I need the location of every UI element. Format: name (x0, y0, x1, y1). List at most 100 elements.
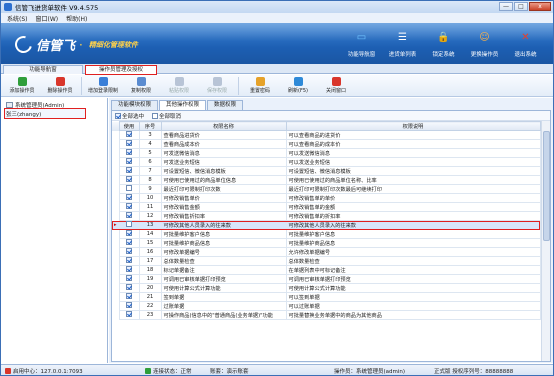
permission-desc: 可使用计算公式计算功能 (285, 283, 541, 293)
table-row[interactable]: 22 过账单据 可以过账单据 (112, 301, 541, 311)
app-window: 信管飞进货单软件 V9.4.575 — □ x 系统(S) 窗口(W) 帮助(H… (0, 0, 554, 376)
table-row[interactable]: 14 可批量维护客户信息 可批量维护客户信息 (112, 229, 541, 239)
copy-icon (136, 77, 146, 86)
permission-name: 可修改销售单价 (160, 193, 287, 203)
permission-checkbox[interactable] (126, 257, 132, 263)
status-operator: 操作员：系统管理员(admin) (334, 368, 406, 375)
toolbar-paste-button[interactable]: 粘贴权限 (160, 75, 198, 96)
permission-checkbox[interactable] (126, 212, 132, 218)
table-row[interactable]: 12 可修改销售折扣率 可修改销售单的折扣率 (112, 211, 541, 221)
menu-window[interactable]: 窗口(W) (36, 14, 59, 23)
table-row[interactable]: 15 可批量维护商品信息 可批量维护商品信息 (112, 238, 541, 248)
subtab-data-permissions[interactable]: 数据权限 (207, 100, 244, 110)
table-row[interactable]: 17 总体数量检查 总体数量检查 (112, 256, 541, 266)
select-all-button[interactable]: 全部选中 (115, 112, 144, 120)
permission-desc: 可修改其他人员录入的往来款 (285, 220, 541, 230)
table-row[interactable]: 7 可设置短信、微信消息模板 可设置短信、微信消息模板 (112, 166, 541, 176)
permission-checkbox[interactable] (126, 185, 132, 191)
permission-checkbox[interactable] (126, 275, 132, 281)
deselect-all-button[interactable]: 全部取消 (152, 112, 181, 120)
window-title: 信管飞进货单软件 V9.4.575 (15, 4, 99, 12)
scrollbar-thumb[interactable] (543, 131, 550, 241)
permission-checkbox[interactable] (126, 167, 132, 173)
toolbar-key-button[interactable]: 重置密码 (241, 75, 279, 96)
toolbar-delete-user-button[interactable]: 删除操作员 (41, 75, 79, 96)
permission-name: 最近打印可限制打印次数 (160, 184, 287, 194)
table-row[interactable]: 21 签到单据 可以签到单据 (112, 292, 541, 302)
toolbar-copy-button[interactable]: 复制权限 (122, 75, 160, 96)
permission-checkbox[interactable] (126, 176, 132, 182)
maximize-button[interactable]: □ (514, 2, 528, 11)
subtab-module-permissions[interactable]: 功能模块权限 (111, 100, 159, 110)
tab-operator-management[interactable]: 操作员管理及授权 (85, 65, 157, 75)
permission-desc: 允许修改单据编号 (285, 247, 541, 257)
permission-checkbox[interactable] (126, 284, 132, 290)
menu-system[interactable]: 系统(S) (7, 14, 28, 23)
column-header-name[interactable]: 权限名称 (160, 121, 287, 131)
permission-checkbox[interactable] (126, 230, 132, 236)
login-limit-icon (98, 77, 108, 86)
permission-checkbox[interactable] (126, 311, 132, 317)
permission-desc: 可以签到单据 (285, 292, 541, 302)
close-button[interactable]: x (529, 2, 551, 11)
top-button-lock[interactable]: 🔒 锁定系统 (423, 26, 464, 62)
table-row[interactable]: 16 可修改单据编号 允许修改单据编号 (112, 247, 541, 257)
top-button-user[interactable]: ☺ 更换操作员 (464, 26, 505, 62)
permission-name: 可修改销售金额 (160, 202, 287, 212)
permission-checkbox[interactable] (126, 221, 132, 227)
minimize-button[interactable]: — (499, 2, 513, 11)
permission-desc: 可修改销售单的单价 (285, 193, 541, 203)
table-row[interactable]: 19 可调用已审核单据打印预览 可调用已审核单据打印预览 (112, 274, 541, 284)
row-number: 9 (138, 184, 162, 194)
status-center: 启用中心：127.0.0.1:7093 (13, 368, 83, 375)
column-header-use[interactable]: 使用 (118, 121, 140, 131)
column-header-no[interactable]: 序号 (138, 121, 162, 131)
table-row[interactable]: 18 标记单据备注 在单据列表中可标记备注 (112, 265, 541, 275)
top-button-exit[interactable]: ✕ 退出系统 (505, 26, 546, 62)
table-row[interactable]: 23 可操作商品(信息中的"普通商品(业务单据)"功能 可批量替换业务单据中的商品为… (112, 310, 541, 320)
permission-checkbox[interactable] (126, 131, 132, 137)
permission-checkbox[interactable] (126, 302, 132, 308)
table-row[interactable]: 10 可修改销售单价 可修改销售单的单价 (112, 193, 541, 203)
subtab-other-permissions[interactable]: 其他操作权限 (159, 100, 207, 110)
row-number: 14 (138, 229, 162, 239)
tree-item-admin[interactable]: 系统管理员(Admin) (1, 100, 107, 109)
tree-item-zhangsan[interactable]: 张三(zhangy) (4, 108, 86, 119)
vertical-scrollbar[interactable] (541, 121, 550, 361)
row-number: 12 (138, 211, 162, 221)
menu-help[interactable]: 帮助(H) (66, 14, 87, 23)
toolbar-add-user-button[interactable]: 添加操作员 (3, 75, 41, 96)
table-row[interactable]: 3 查看商品进货价 可以查看商品的进货价 (112, 130, 541, 140)
permission-checkbox[interactable] (126, 203, 132, 209)
permission-checkbox[interactable] (126, 140, 132, 146)
table-row[interactable]: 5 可发送微信消息 可以发送微信消息 (112, 148, 541, 158)
top-button-list[interactable]: ☰ 进货单列表 (382, 26, 423, 62)
permission-checkbox[interactable] (126, 158, 132, 164)
permission-name: 可使用已使用过的商品单位信息 (160, 175, 287, 185)
table-row[interactable]: 6 可发送业务短信 可以发送业务短信 (112, 157, 541, 167)
permission-checkbox[interactable] (126, 266, 132, 272)
table-row[interactable]: 20 可使用计算公式计算功能 可使用计算公式计算功能 (112, 283, 541, 293)
table-row[interactable]: 4 查看商品成本价 可以查看商品的成本价 (112, 139, 541, 149)
permission-checkbox[interactable] (126, 293, 132, 299)
permission-area: 功能模块权限 其他操作权限 数据权限 全部选中 全部取消 使用 序号 权限名称 … (109, 98, 553, 363)
permission-checkbox[interactable] (126, 149, 132, 155)
toolbar-save-button[interactable]: 保存权限 (198, 75, 236, 96)
table-row[interactable]: 8 可使用已使用过的商品单位信息 可使用已使用过的商品单位名称、比率 (112, 175, 541, 185)
title-bar: 信管飞进货单软件 V9.4.575 — □ x (1, 1, 553, 13)
table-row[interactable]: 11 可修改销售金额 可修改销售单的金额 (112, 202, 541, 212)
table-row[interactable]: 9 最近打印可限制打印次数 最近打印可限制打印次数最后可继续打印 (112, 184, 541, 194)
table-row[interactable]: ▸ 13 可修改其他人员录入的往来款 可修改其他人员录入的往来款 (112, 220, 541, 230)
permission-checkbox[interactable] (126, 194, 132, 200)
toolbar-close-window-button[interactable]: 关闭窗口 (317, 75, 355, 96)
tab-function-nav[interactable]: 功能导航窗 (3, 65, 83, 74)
permission-checkbox[interactable] (126, 239, 132, 245)
column-header-desc[interactable]: 权限说明 (285, 121, 541, 131)
operator-tree: 系统管理员(Admin) 张三(zhangy) (1, 98, 108, 363)
permission-name: 可操作商品(信息中的"普通商品(业务单据)"功能 (160, 310, 287, 320)
permission-checkbox[interactable] (126, 248, 132, 254)
toolbar-login-limit-button[interactable]: 增加登录限制 (84, 75, 122, 96)
permission-name: 可调用已审核单据打印预览 (160, 274, 287, 284)
toolbar-refresh-button[interactable]: 刷新(F5) (279, 75, 317, 96)
top-button-monitor[interactable]: ▭ 功能导航窗 (341, 26, 382, 62)
